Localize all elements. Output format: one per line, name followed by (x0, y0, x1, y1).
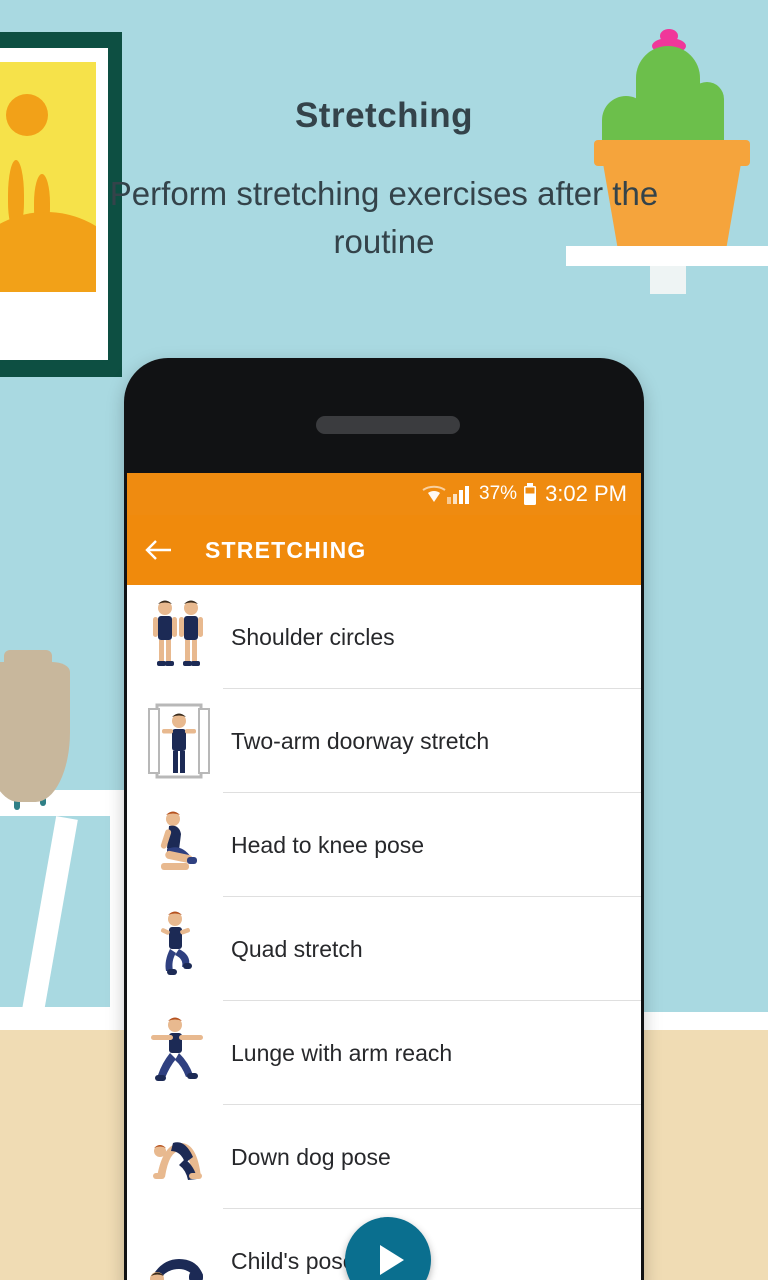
shelf-bracket (650, 266, 686, 294)
list-item[interactable]: Shoulder circles (127, 585, 641, 689)
list-item[interactable]: Lunge with arm reach (127, 1001, 641, 1105)
list-item[interactable]: Two-arm doorway stretch (127, 689, 641, 793)
list-item-label: Head to knee pose (231, 831, 425, 858)
artwork-hill (0, 212, 96, 292)
head-to-knee-pose-thumb (127, 793, 231, 897)
list-item-label: Child's pose (231, 1247, 356, 1274)
list-item-label: Lunge with arm reach (231, 1039, 453, 1066)
promo-screenshot: Stretching Perform stretching exercises … (0, 0, 768, 1280)
vase (0, 662, 70, 802)
promo-title: Stretching (294, 96, 474, 135)
quad-stretch-thumb (127, 897, 231, 1001)
battery-percent-label: 37% (479, 483, 518, 504)
back-arrow-icon[interactable] (127, 515, 191, 585)
two-arm-doorway-stretch-thumb (127, 689, 231, 793)
lunge-with-arm-reach-thumb (127, 1001, 231, 1105)
shoulder-circles-thumb (127, 585, 231, 689)
list-item[interactable]: Quad stretch (127, 897, 641, 1001)
phone-earpiece (316, 416, 460, 434)
promo-subtitle: Perform stretching exercises after the r… (109, 175, 659, 260)
phone-device: 37% 3:02 PM STRETCHING Shoulder circles … (124, 358, 644, 1280)
phone-screen: 37% 3:02 PM STRETCHING Shoulder circles … (127, 473, 641, 1280)
list-item-label: Quad stretch (231, 935, 363, 962)
signal-bars-icon (447, 484, 471, 504)
clock-label: 3:02 PM (545, 481, 627, 506)
battery-icon (523, 483, 537, 505)
list-item-label: Down dog pose (231, 1143, 391, 1170)
down-dog-pose-thumb (127, 1105, 231, 1209)
status-bar: 37% 3:02 PM (127, 473, 641, 515)
list-item[interactable]: Down dog pose (127, 1105, 641, 1209)
exercise-list[interactable]: Shoulder circles Two-arm doorway stretch… (127, 585, 641, 1280)
app-bar-title: STRETCHING (205, 536, 367, 563)
list-item[interactable]: Head to knee pose (127, 793, 641, 897)
list-item-label: Two-arm doorway stretch (231, 727, 490, 754)
childs-pose-thumb (127, 1209, 231, 1280)
play-icon (380, 1245, 404, 1275)
wifi-icon (421, 484, 447, 504)
app-bar: STRETCHING (127, 515, 641, 585)
list-item-label: Shoulder circles (231, 623, 395, 650)
